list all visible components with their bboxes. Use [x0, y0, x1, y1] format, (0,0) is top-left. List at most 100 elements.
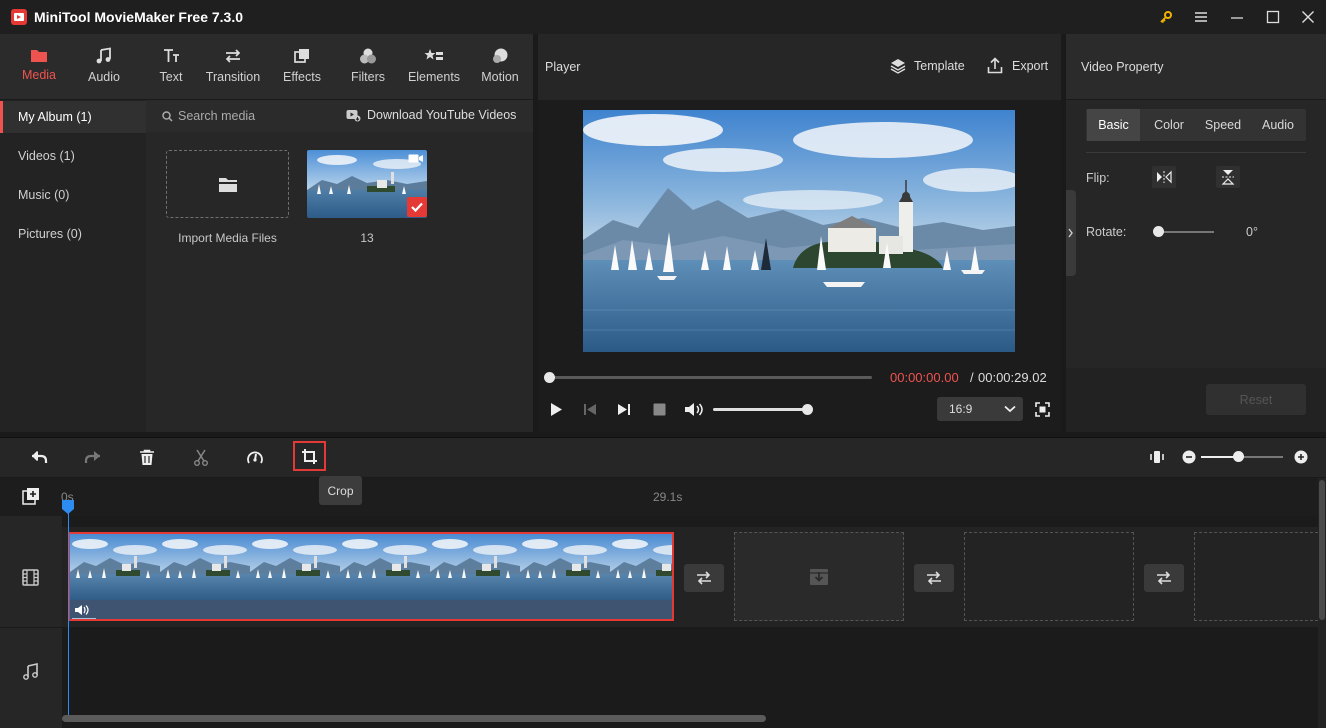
empty-clip-slot[interactable]: [734, 532, 904, 621]
tab-media[interactable]: Media: [15, 34, 63, 100]
rotate-slider-handle[interactable]: [1153, 226, 1164, 237]
tab-text[interactable]: Text: [147, 34, 195, 100]
timeline-video-clip[interactable]: [68, 532, 674, 621]
rotate-label: Rotate:: [1086, 225, 1127, 239]
swap-icon: [925, 571, 943, 585]
tab-audio[interactable]: Audio: [80, 34, 128, 100]
fullscreen-button[interactable]: [1035, 402, 1050, 417]
tab-motion[interactable]: Motion: [476, 34, 524, 100]
previous-frame-button[interactable]: [583, 403, 597, 416]
zoom-slider-handle[interactable]: [1233, 451, 1244, 462]
transition-slot-button[interactable]: [684, 564, 724, 592]
album-item-my-album[interactable]: My Album (1): [0, 101, 146, 133]
transition-slot-button[interactable]: [1144, 564, 1184, 592]
album-item-music[interactable]: Music (0): [0, 179, 146, 211]
flip-label: Flip:: [1086, 171, 1110, 185]
divider: [0, 627, 62, 628]
maximize-icon[interactable]: [1262, 7, 1284, 27]
add-track-button[interactable]: [22, 487, 40, 505]
volume-slider[interactable]: [713, 408, 807, 411]
playhead-handle[interactable]: [62, 500, 74, 514]
template-button[interactable]: Template: [914, 59, 965, 73]
volume-icon[interactable]: [684, 402, 704, 417]
menu-icon[interactable]: [1190, 7, 1212, 27]
speedometer-icon: [246, 449, 264, 465]
music-track-icon: [23, 663, 39, 680]
search-icon: [162, 111, 173, 122]
album-item-pictures[interactable]: Pictures (0): [0, 218, 146, 250]
stop-button[interactable]: [653, 403, 666, 416]
vertical-scrollbar-thumb[interactable]: [1319, 480, 1325, 620]
media-clip-name: 13: [360, 231, 374, 245]
next-frame-button[interactable]: [617, 403, 631, 416]
import-media-label: Import Media Files: [178, 231, 277, 245]
crop-button[interactable]: [293, 441, 326, 471]
swap-icon: [1155, 571, 1173, 585]
transition-icon: [224, 47, 242, 65]
app-title: MiniTool MovieMaker Free 7.3.0: [34, 9, 244, 25]
panel-collapse-handle[interactable]: [1066, 190, 1076, 276]
speed-button[interactable]: [242, 445, 268, 469]
empty-clip-slot[interactable]: [964, 532, 1134, 621]
music-note-icon: [95, 47, 113, 65]
playback-progress-bar[interactable]: [550, 376, 872, 379]
delete-button[interactable]: [134, 445, 160, 469]
timeline-horizontal-scrollbar[interactable]: [62, 715, 766, 722]
flip-horizontal-button[interactable]: [1152, 166, 1176, 188]
tab-color[interactable]: Color: [1142, 109, 1196, 141]
volume-slider-handle[interactable]: [802, 404, 813, 415]
ruler-end-label: 29.1s: [653, 490, 683, 504]
trash-icon: [139, 449, 155, 466]
rotate-slider[interactable]: [1158, 231, 1214, 233]
player-title: Player: [545, 60, 581, 74]
clip-audio-level: [72, 618, 96, 619]
player-header: [538, 34, 1061, 100]
export-button[interactable]: Export: [1012, 59, 1048, 73]
aspect-ratio-value: 16:9: [949, 402, 973, 416]
plus-circle-icon: [1294, 450, 1308, 464]
download-youtube-icon: [346, 109, 361, 122]
redo-icon: [84, 449, 102, 465]
clip-volume-icon: [74, 604, 89, 616]
app-logo-icon: [10, 8, 28, 26]
swap-icon: [695, 571, 713, 585]
transition-slot-button[interactable]: [914, 564, 954, 592]
undo-button[interactable]: [26, 445, 52, 469]
chevron-down-icon: [1004, 405, 1016, 413]
tab-effects[interactable]: Effects: [278, 34, 326, 100]
tab-filters[interactable]: Filters: [344, 34, 392, 100]
zoom-in-button[interactable]: [1288, 445, 1314, 469]
download-youtube-button[interactable]: Download YouTube Videos: [367, 108, 516, 122]
reset-button[interactable]: Reset: [1206, 384, 1306, 415]
tab-audio-property[interactable]: Audio: [1250, 109, 1306, 141]
redo-button[interactable]: [80, 445, 106, 469]
undo-icon: [30, 449, 48, 465]
track-header-column: [0, 516, 62, 728]
album-item-videos[interactable]: Videos (1): [0, 140, 146, 172]
crop-tooltip: Crop: [319, 476, 362, 505]
playback-progress-handle[interactable]: [544, 372, 555, 383]
rotate-value: 0°: [1246, 225, 1258, 239]
aspect-ratio-select[interactable]: 16:9: [937, 397, 1023, 421]
split-button[interactable]: [188, 445, 214, 469]
video-preview: [583, 110, 1015, 352]
import-media-button[interactable]: [166, 150, 289, 218]
tab-basic[interactable]: Basic: [1087, 109, 1140, 141]
minimize-icon[interactable]: [1226, 7, 1248, 27]
property-title: Video Property: [1081, 60, 1164, 74]
tab-speed[interactable]: Speed: [1196, 109, 1250, 141]
fit-icon: [1149, 449, 1165, 465]
play-button[interactable]: [549, 402, 563, 417]
search-input[interactable]: Search media: [178, 109, 255, 123]
flip-vertical-button[interactable]: [1216, 166, 1240, 188]
key-icon[interactable]: [1155, 7, 1177, 27]
tab-elements[interactable]: Elements: [405, 34, 463, 100]
zoom-out-button[interactable]: [1176, 445, 1202, 469]
empty-clip-slot[interactable]: [1194, 532, 1318, 621]
folder-icon: [218, 176, 238, 193]
selected-check-icon: [407, 197, 427, 217]
clip-audio-strip[interactable]: [70, 600, 672, 619]
tab-transition[interactable]: Transition: [202, 34, 264, 100]
fit-timeline-button[interactable]: [1144, 445, 1170, 469]
close-icon[interactable]: [1297, 7, 1319, 27]
